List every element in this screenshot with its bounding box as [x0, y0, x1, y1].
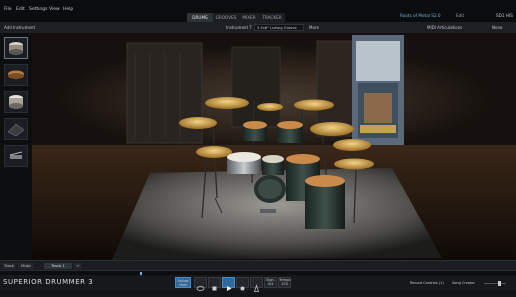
transport-bar: SUPERIOR DRUMMER 3 Follow Host Sign. 4/4… [0, 275, 516, 292]
menu-view[interactable]: View [49, 7, 60, 12]
more-button[interactable]: More [309, 24, 319, 31]
drum-kit-stage[interactable] [32, 33, 516, 260]
mute-button[interactable]: Mute [18, 263, 34, 269]
instrument-sidebar [0, 33, 32, 260]
preset-tag[interactable]: Edit [456, 13, 464, 18]
follow-host-button[interactable]: Follow Host [175, 277, 191, 288]
menu-edit[interactable]: Edit [16, 7, 25, 12]
menu-file[interactable]: File [4, 7, 12, 12]
menu-settings[interactable]: Settings [29, 7, 47, 12]
tab-grooves[interactable]: GROOVES [213, 13, 240, 22]
snare-thumb-icon[interactable] [4, 37, 28, 59]
track-1-tab[interactable]: Track 1 [44, 263, 72, 269]
instrument-label: Instrument 7 [226, 25, 252, 30]
tab-drums[interactable]: DRUMS [187, 13, 214, 22]
product-logo: SUPERIOR DRUMMER 3 [3, 278, 94, 286]
menu-bar: File Edit Settings View Help DRUMS GROOV… [0, 0, 516, 23]
stop-icon[interactable] [208, 277, 221, 291]
signature-display[interactable]: Sign. 4/4 [264, 277, 277, 288]
song-creator-label[interactable]: Song Creator [452, 281, 475, 285]
menu-help[interactable]: Help [63, 7, 73, 12]
volume-slider-handle[interactable] [498, 281, 501, 286]
record-icon[interactable] [236, 277, 249, 291]
tab-tracker[interactable]: TRACKER [259, 13, 286, 22]
drum-room-illustration [32, 33, 516, 260]
midi-articulations-label: MIDI Articulations [427, 25, 463, 30]
record-controls-label[interactable]: Record Controls (1) [410, 281, 444, 285]
pedal-thumb-icon[interactable] [4, 145, 28, 167]
tempo-display[interactable]: Tempo 120 [278, 277, 291, 288]
stand-thumb-icon[interactable] [4, 118, 28, 140]
tracks-button[interactable]: Track [2, 263, 16, 269]
preset-right[interactable]: SD1 HIS [496, 13, 513, 18]
instrument-select[interactable]: 5.5x6" Ludwig Groove Fury [254, 24, 304, 37]
add-instrument-button[interactable]: Add Instrument [4, 24, 35, 31]
articulation-select[interactable]: None [492, 24, 502, 31]
metronome-icon[interactable] [250, 277, 263, 292]
tab-mixer[interactable]: MIXER [239, 13, 260, 22]
loop-icon[interactable] [194, 277, 207, 291]
preset-name[interactable]: Roots of Metal S2.0 [400, 13, 441, 18]
volume-slider[interactable] [484, 281, 506, 286]
kick-thumb-icon[interactable] [4, 91, 28, 113]
add-track-button[interactable]: + [74, 263, 82, 269]
tom-thumb-icon[interactable] [4, 64, 28, 86]
play-icon[interactable] [222, 277, 235, 291]
